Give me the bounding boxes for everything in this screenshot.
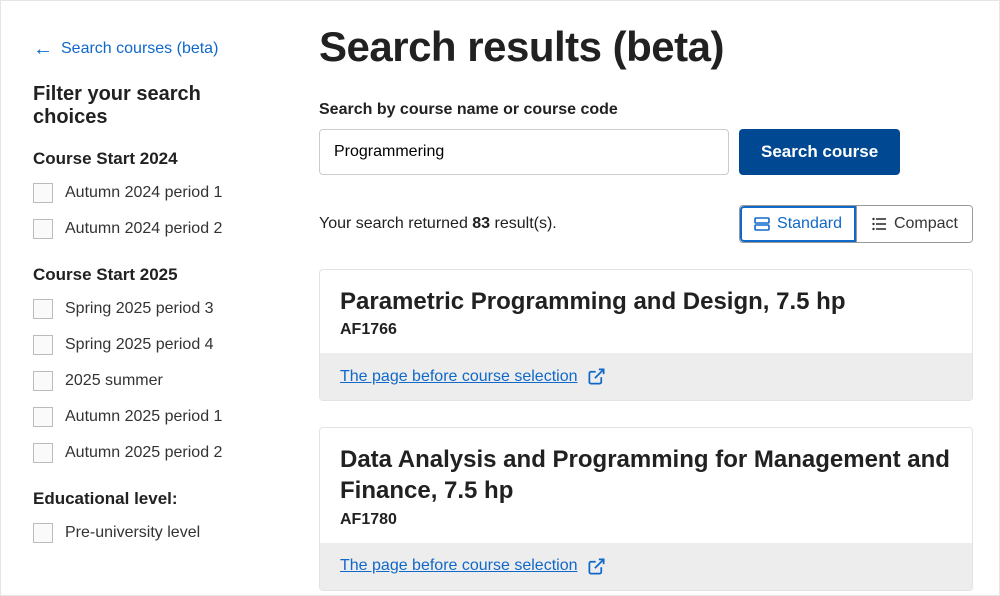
results-text: Your search returned 83 result(s). (319, 215, 557, 233)
checkbox-icon[interactable] (33, 407, 53, 427)
checkbox-label: Pre-university level (65, 524, 200, 542)
checkbox-label: Autumn 2025 period 2 (65, 444, 222, 462)
result-link-label: The page before course selection (340, 557, 577, 575)
checkbox-label: Autumn 2024 period 1 (65, 184, 222, 202)
result-footer: The page before course selection (320, 353, 972, 400)
filter-option[interactable]: Autumn 2025 period 2 (33, 443, 267, 463)
results-count: 83 (472, 215, 490, 232)
checkbox-label: Spring 2025 period 3 (65, 300, 214, 318)
results-prefix: Your search returned (319, 215, 472, 232)
checkbox-icon[interactable] (33, 183, 53, 203)
search-button[interactable]: Search course (739, 129, 900, 175)
checkbox-icon[interactable] (33, 335, 53, 355)
search-row: Search course (319, 129, 973, 175)
result-head: Data Analysis and Programming for Manage… (320, 428, 972, 542)
filter-option[interactable]: Spring 2025 period 4 (33, 335, 267, 355)
filter-group-educational-level: Educational level: Pre-university level (33, 489, 267, 543)
result-title: Parametric Programming and Design, 7.5 h… (340, 286, 952, 317)
compact-view-icon (871, 216, 887, 232)
filter-option[interactable]: Pre-university level (33, 523, 267, 543)
filter-option[interactable]: Autumn 2024 period 2 (33, 219, 267, 239)
page-title: Search results (beta) (319, 23, 973, 71)
checkbox-icon[interactable] (33, 299, 53, 319)
results-suffix: result(s). (490, 215, 557, 232)
checkbox-icon[interactable] (33, 219, 53, 239)
filter-group-start-2024: Course Start 2024 Autumn 2024 period 1 A… (33, 149, 267, 239)
sidebar: ← Search courses (beta) Filter your sear… (1, 1, 291, 595)
filter-option[interactable]: 2025 summer (33, 371, 267, 391)
main-content: Search results (beta) Search by course n… (291, 1, 999, 595)
result-title: Data Analysis and Programming for Manage… (340, 444, 952, 506)
results-bar: Your search returned 83 result(s). Stand… (319, 205, 973, 243)
checkbox-icon[interactable] (33, 371, 53, 391)
view-toggle: Standard Compact (739, 205, 973, 243)
checkbox-icon[interactable] (33, 523, 53, 543)
view-compact-label: Compact (894, 215, 958, 233)
back-link[interactable]: ← Search courses (beta) (33, 39, 218, 59)
external-link-icon (587, 367, 606, 386)
standard-view-icon (754, 216, 770, 232)
result-link-label: The page before course selection (340, 368, 577, 386)
search-label: Search by course name or course code (319, 101, 973, 119)
external-link-icon (587, 557, 606, 576)
filter-option[interactable]: Spring 2025 period 3 (33, 299, 267, 319)
view-standard-label: Standard (777, 215, 842, 233)
arrow-left-icon: ← (33, 39, 53, 59)
filter-heading: Filter your search choices (33, 83, 267, 129)
result-card: Parametric Programming and Design, 7.5 h… (319, 269, 973, 401)
result-link[interactable]: The page before course selection (340, 367, 606, 386)
checkbox-label: Autumn 2024 period 2 (65, 220, 222, 238)
result-code: AF1766 (340, 321, 952, 339)
checkbox-icon[interactable] (33, 443, 53, 463)
filter-group-title: Course Start 2024 (33, 149, 267, 169)
result-code: AF1780 (340, 511, 952, 529)
search-input[interactable] (319, 129, 729, 175)
filter-group-title: Educational level: (33, 489, 267, 509)
filter-option[interactable]: Autumn 2024 period 1 (33, 183, 267, 203)
checkbox-label: Autumn 2025 period 1 (65, 408, 222, 426)
checkbox-label: Spring 2025 period 4 (65, 336, 214, 354)
filter-group-title: Course Start 2025 (33, 265, 267, 285)
view-standard-button[interactable]: Standard (740, 206, 856, 242)
result-card: Data Analysis and Programming for Manage… (319, 427, 973, 590)
filter-option[interactable]: Autumn 2025 period 1 (33, 407, 267, 427)
filter-group-start-2025: Course Start 2025 Spring 2025 period 3 S… (33, 265, 267, 463)
view-compact-button[interactable]: Compact (856, 206, 972, 242)
checkbox-label: 2025 summer (65, 372, 163, 390)
back-link-label: Search courses (beta) (61, 40, 218, 58)
result-footer: The page before course selection (320, 543, 972, 590)
result-link[interactable]: The page before course selection (340, 557, 606, 576)
result-head: Parametric Programming and Design, 7.5 h… (320, 270, 972, 353)
